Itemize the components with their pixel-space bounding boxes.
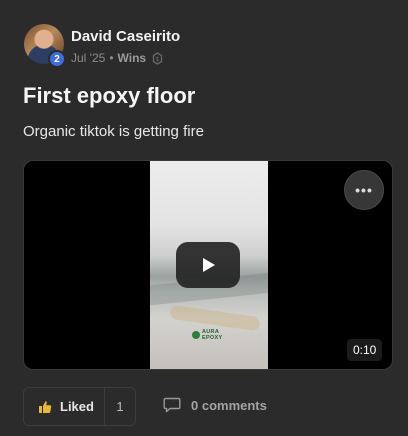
comment-icon <box>163 397 181 413</box>
brand-line2: EPOXY <box>202 335 223 341</box>
like-group: Liked 1 <box>23 387 136 426</box>
post-category[interactable]: Wins <box>118 51 147 65</box>
comments-button[interactable]: 0 comments <box>163 397 267 413</box>
video-duration: 0:10 <box>347 339 383 361</box>
more-options-button[interactable]: ••• <box>344 170 384 210</box>
svg-text:$: $ <box>156 56 160 63</box>
post-body: Organic tiktok is getting fire <box>23 123 204 140</box>
author-name[interactable]: David Caseirito <box>71 28 180 45</box>
play-icon <box>203 258 215 272</box>
level-badge: 2 <box>48 50 66 68</box>
like-count[interactable]: 1 <box>105 399 135 414</box>
post-card: 2 David Caseirito Jul '25 • Wins $ First… <box>0 0 408 436</box>
meta-separator: • <box>109 51 114 65</box>
thumbs-up-icon <box>39 400 52 413</box>
coin-icon: $ <box>152 51 163 65</box>
video-player[interactable]: AURA EPOXY ••• 0:10 <box>23 160 393 370</box>
post-title: First epoxy floor <box>23 83 196 108</box>
comments-label: 0 comments <box>191 397 267 413</box>
leaf-icon <box>192 331 200 339</box>
post-meta: Jul '25 • Wins $ <box>71 51 163 65</box>
play-button[interactable] <box>176 242 240 288</box>
post-date[interactable]: Jul '25 <box>71 51 105 65</box>
brand-watermark: AURA EPOXY <box>192 329 222 341</box>
like-button[interactable]: Liked <box>24 388 105 425</box>
avatar[interactable]: 2 <box>24 24 66 68</box>
like-label: Liked <box>60 399 94 414</box>
